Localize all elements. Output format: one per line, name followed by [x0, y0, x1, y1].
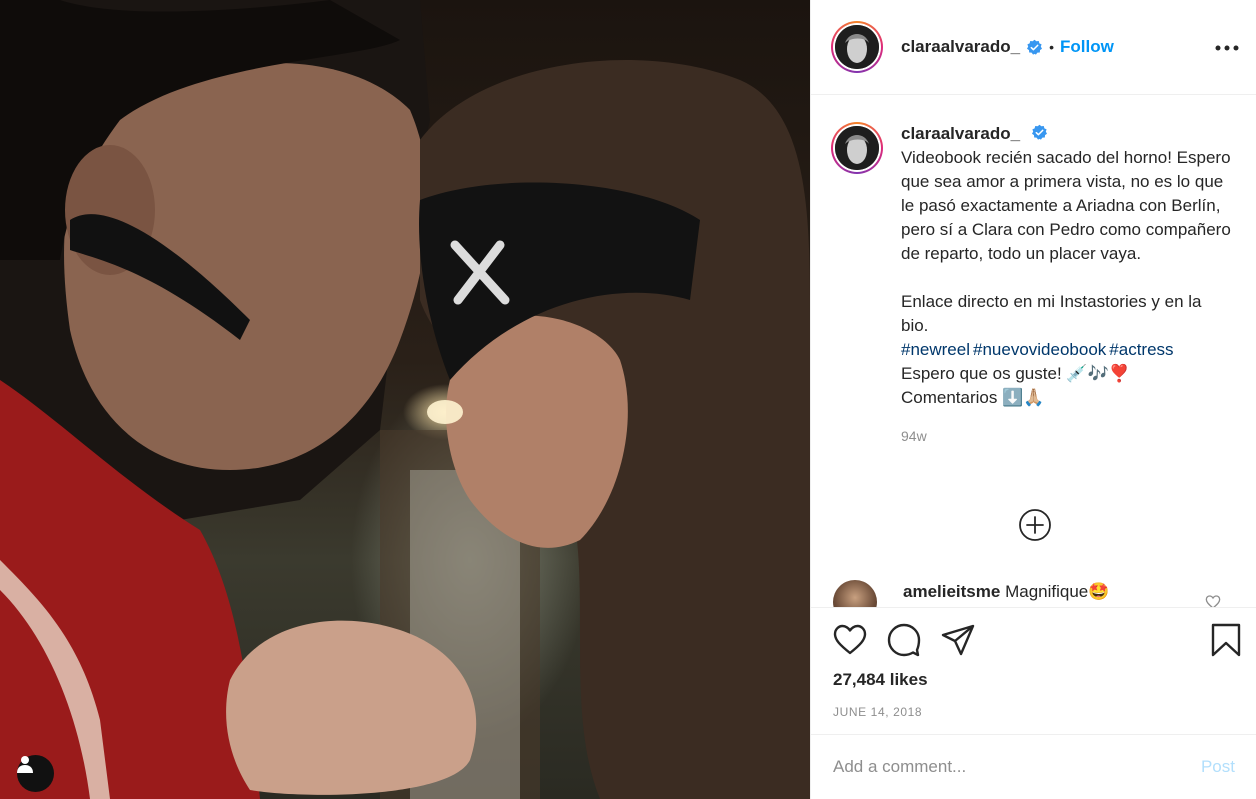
follow-button[interactable]: Follow — [1060, 37, 1114, 57]
comment-avatar[interactable] — [833, 580, 877, 607]
caption-text: Videobook recién sacado del horno! Esper… — [901, 148, 1231, 335]
post-header: claraalvarado_ • Follow — [811, 0, 1256, 95]
hashtag-link[interactable]: #nuevovideobook — [973, 340, 1106, 359]
load-more-comments-button[interactable] — [1018, 508, 1052, 542]
post-date[interactable]: JUNE 14, 2018 — [833, 705, 922, 719]
heart-icon[interactable] — [833, 623, 867, 657]
bookmark-icon[interactable] — [1209, 623, 1243, 657]
verified-badge-icon — [1026, 39, 1043, 56]
more-options-icon[interactable] — [1215, 36, 1239, 60]
post-media-image[interactable] — [0, 0, 810, 799]
comment-item: amelieitsme Magnifique🤩 — [833, 580, 1233, 608]
hashtag-link[interactable]: #newreel — [901, 340, 970, 359]
post-actions-bar — [811, 609, 1256, 669]
add-comment-form: Post — [811, 734, 1256, 799]
share-icon[interactable] — [941, 623, 975, 657]
add-comment-input[interactable] — [833, 757, 1201, 777]
comments-section[interactable]: claraalvarado_ Videobook recién sacado d… — [811, 96, 1256, 608]
caption-hashtags: #newreel #nuevovideobook #actress — [901, 338, 1231, 362]
caption-username[interactable]: claraalvarado_ — [901, 124, 1020, 143]
comment-like-icon[interactable] — [1205, 594, 1221, 608]
header-username[interactable]: claraalvarado_ — [901, 37, 1020, 57]
user-tag-button[interactable] — [17, 755, 54, 792]
avatar[interactable] — [831, 21, 883, 73]
plus-circle-icon — [1019, 509, 1051, 541]
caption-avatar[interactable] — [831, 122, 883, 174]
hashtag-link[interactable]: #actress — [1109, 340, 1173, 359]
post-caption: claraalvarado_ Videobook recién sacado d… — [831, 122, 1231, 448]
comment-text: Magnifique🤩 — [1005, 582, 1110, 601]
post-comment-button[interactable]: Post — [1201, 757, 1235, 777]
caption-time-ago[interactable]: 94w — [901, 424, 1231, 448]
likes-count[interactable]: 27,484 likes — [833, 670, 928, 690]
user-tag-icon — [17, 756, 33, 773]
avatar-image — [835, 25, 879, 69]
caption-body: claraalvarado_ Videobook recién sacado d… — [901, 122, 1231, 448]
caption-line-comentarios: Comentarios ⬇️🙏🏼 — [901, 388, 1045, 407]
post-side-panel: claraalvarado_ • Follow claraalvarado_ V… — [810, 0, 1256, 799]
avatar-image — [835, 126, 879, 170]
verified-badge-icon — [1031, 124, 1048, 141]
comment-username[interactable]: amelieitsme — [903, 582, 1000, 601]
post-photo-illustration — [0, 0, 810, 799]
header-separator: • — [1049, 39, 1054, 55]
comment-icon[interactable] — [887, 623, 921, 657]
caption-line-guste: Espero que os guste! 💉🎶❣️ — [901, 364, 1130, 383]
